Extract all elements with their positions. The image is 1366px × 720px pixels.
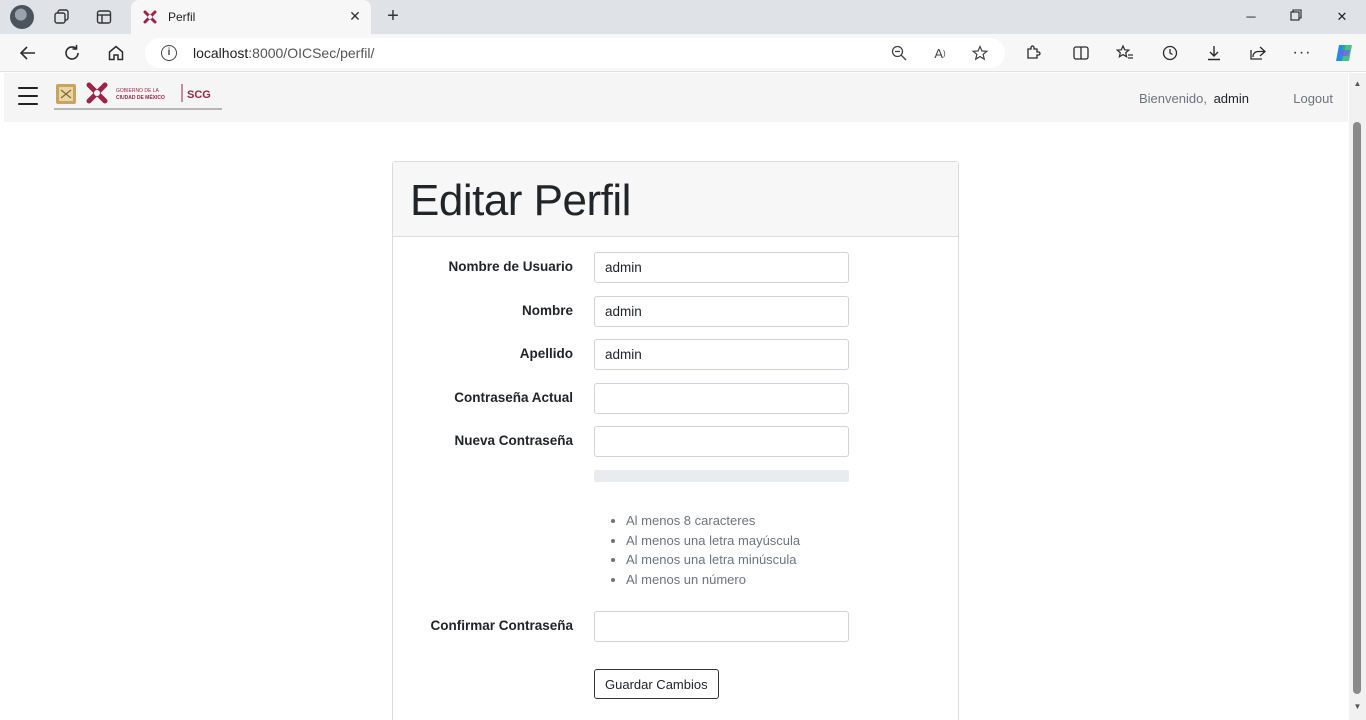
back-icon[interactable] [16,41,40,65]
share-icon[interactable] [1246,41,1270,65]
password-rule: Al menos una letra minúscula [626,550,800,570]
favorites-icon[interactable] [1113,41,1137,65]
browser-tab-perfil[interactable]: Perfil ✕ [131,0,371,34]
username-label: admin [1213,91,1249,106]
history-icon[interactable] [1158,41,1182,65]
extensions-icon[interactable] [1021,41,1045,65]
card-header: Editar Perfil [393,162,958,237]
first-name-label: Nombre [521,303,573,318]
new-password-label: Nueva Contraseña [454,433,573,448]
read-aloud-icon[interactable]: A) [931,44,949,62]
zoom-icon[interactable] [890,44,908,62]
close-window-icon[interactable]: ✕ [1331,6,1353,28]
browser-toolbar: i localhost:8000/OICSec/perfil/ A) ··· [0,34,1366,72]
refresh-icon[interactable] [60,41,84,65]
page-title: Editar Perfil [410,176,631,225]
confirm-password-input[interactable] [594,611,849,642]
form-row-last-name: Apellido [393,339,960,370]
svg-text:CIUDAD DE MÉXICO: CIUDAD DE MÉXICO [116,93,165,101]
logo-text: GOBIERNO DE LA [116,88,159,94]
password-rules-list: Al menos 8 caracteres Al menos una letra… [626,511,800,589]
scroll-down-icon[interactable]: ▼ [1352,702,1363,712]
cdmx-favicon-icon [143,10,157,24]
copilot-icon[interactable] [1332,41,1356,65]
url-text: localhost:8000/OICSec/perfil/ [193,45,375,61]
form-row-first-name: Nombre [393,296,960,327]
minimize-icon[interactable]: ─ [1240,6,1262,28]
page-viewport: GOBIERNO DE LA CIUDAD DE MÉXICO SCG Bien… [4,73,1348,720]
last-name-input[interactable] [594,339,849,370]
svg-text:SCG: SCG [187,89,211,101]
password-rule: Al menos una letra mayúscula [626,531,800,551]
password-strength-bar [594,470,849,482]
new-password-input[interactable] [594,426,849,457]
restore-icon[interactable] [1285,6,1307,28]
address-bar[interactable]: i localhost:8000/OICSec/perfil/ A) [145,38,1005,68]
split-screen-icon[interactable] [1069,41,1093,65]
scroll-up-icon[interactable]: ▲ [1352,79,1363,89]
form-row-new-password: Nueva Contraseña [393,426,960,457]
save-changes-button[interactable]: Guardar Cambios [594,669,719,699]
page-scrollbar[interactable]: ▲ ▼ [1349,73,1366,720]
form-row-username: Nombre de Usuario [393,252,960,283]
current-password-label: Contraseña Actual [454,390,573,405]
close-tab-icon[interactable]: ✕ [347,8,363,24]
username-input[interactable] [594,252,849,283]
site-info-icon[interactable]: i [161,45,177,61]
first-name-input[interactable] [594,296,849,327]
password-rule: Al menos 8 caracteres [626,511,800,531]
app-navbar: GOBIERNO DE LA CIUDAD DE MÉXICO SCG Bien… [4,73,1348,122]
form-row-current-password: Contraseña Actual [393,383,960,414]
current-password-input[interactable] [594,383,849,414]
tab-title: Perfil [168,10,196,24]
edit-profile-card: Editar Perfil Nombre de Usuario Nombre A… [392,161,959,720]
logout-link[interactable]: Logout [1293,91,1333,106]
form-row-confirm-password: Confirmar Contraseña [393,611,960,642]
confirm-password-label: Confirmar Contraseña [430,618,573,633]
more-menu-icon[interactable]: ··· [1290,41,1314,65]
browser-tab-bar: Perfil ✕ + ─ ✕ [0,0,1366,34]
cdmx-scg-logo: GOBIERNO DE LA CIUDAD DE MÉXICO SCG [54,82,222,110]
workspaces-icon[interactable] [50,5,74,29]
downloads-icon[interactable] [1202,41,1226,65]
password-rule: Al menos un número [626,570,800,590]
welcome-text: Bienvenido, admin [1139,91,1249,106]
profile-avatar[interactable] [10,5,34,29]
scrollbar-thumb[interactable] [1353,122,1361,694]
home-icon[interactable] [104,41,128,65]
tab-actions-icon[interactable] [92,5,116,29]
menu-hamburger-icon[interactable] [18,87,38,107]
last-name-label: Apellido [519,346,573,361]
favorite-star-icon[interactable] [971,44,989,62]
username-label-field: Nombre de Usuario [448,259,573,274]
new-tab-icon[interactable]: + [381,5,405,29]
